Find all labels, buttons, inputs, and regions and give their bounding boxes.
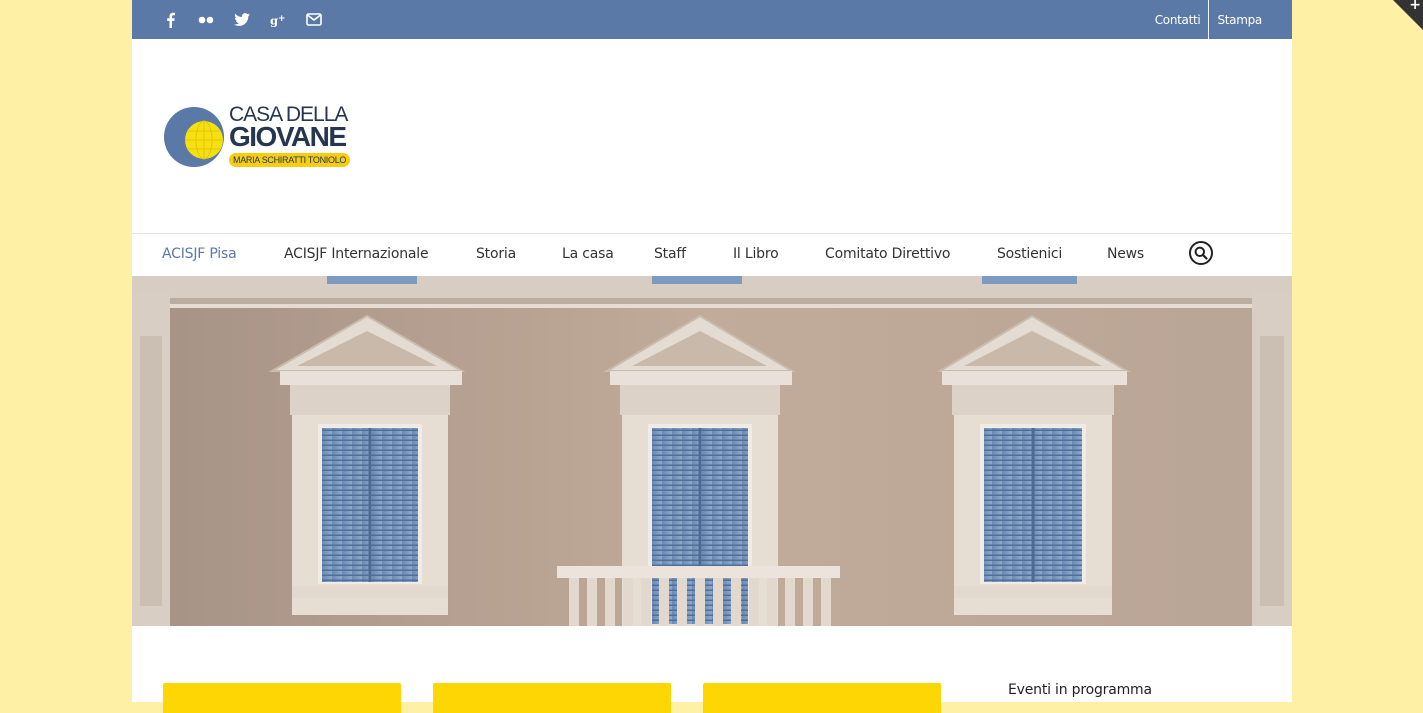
page-wrapper: g + Contatti Stampa CASA DELLA GIOVANE M…	[132, 0, 1292, 713]
logo-tagline: MARIA SCHIRATTI TONIOLO	[229, 153, 351, 167]
window-right	[936, 314, 1131, 615]
window-left	[268, 314, 466, 615]
top-link-divider	[1208, 0, 1210, 39]
feature-card[interactable]	[703, 683, 941, 713]
google-plus-icon[interactable]: g +	[270, 11, 286, 29]
logo-line-2: GIOVANE	[229, 121, 347, 152]
top-links: Contatti Stampa	[1155, 0, 1262, 39]
logo-globe-icon	[164, 107, 224, 167]
mail-icon[interactable]	[306, 11, 322, 29]
social-links: g +	[162, 0, 342, 39]
nav-item-acisjf-pisa[interactable]: ACISJF Pisa	[162, 234, 237, 276]
flickr-icon[interactable]	[198, 11, 214, 29]
nav-item-storia[interactable]: Storia	[476, 234, 516, 276]
hero-image	[132, 276, 1292, 626]
nav-item-comitato-direttivo[interactable]: Comitato Direttivo	[825, 234, 950, 276]
nav-item-acisjf-internazionale[interactable]: ACISJF Internazionale	[284, 234, 429, 276]
feature-card[interactable]	[163, 683, 401, 713]
nav-item-sostienici[interactable]: Sostienici	[997, 234, 1062, 276]
feature-card[interactable]	[433, 683, 671, 713]
site-logo[interactable]: CASA DELLA GIOVANE MARIA SCHIRATTI TONIO…	[164, 104, 364, 172]
nav-item-il-libro[interactable]: Il Libro	[733, 234, 779, 276]
top-bar: g + Contatti Stampa	[132, 0, 1292, 39]
stampa-link[interactable]: Stampa	[1217, 13, 1262, 27]
search-button[interactable]	[1189, 241, 1213, 265]
search-icon	[1194, 246, 1208, 260]
nav-item-staff[interactable]: Staff	[654, 234, 686, 276]
svg-text:+: +	[278, 13, 285, 23]
events-heading: Eventi in programma	[1008, 682, 1152, 698]
facebook-icon[interactable]	[162, 11, 178, 29]
nav-item-news[interactable]: News	[1107, 234, 1144, 276]
svg-text:g: g	[270, 13, 278, 27]
twitter-icon[interactable]	[234, 11, 250, 29]
nav-item-la-casa[interactable]: La casa	[562, 234, 614, 276]
plus-icon[interactable]: +	[1409, 0, 1421, 13]
main-navigation: ACISJF Pisa ACISJF Internazionale Storia…	[132, 233, 1292, 277]
contatti-link[interactable]: Contatti	[1155, 13, 1201, 27]
